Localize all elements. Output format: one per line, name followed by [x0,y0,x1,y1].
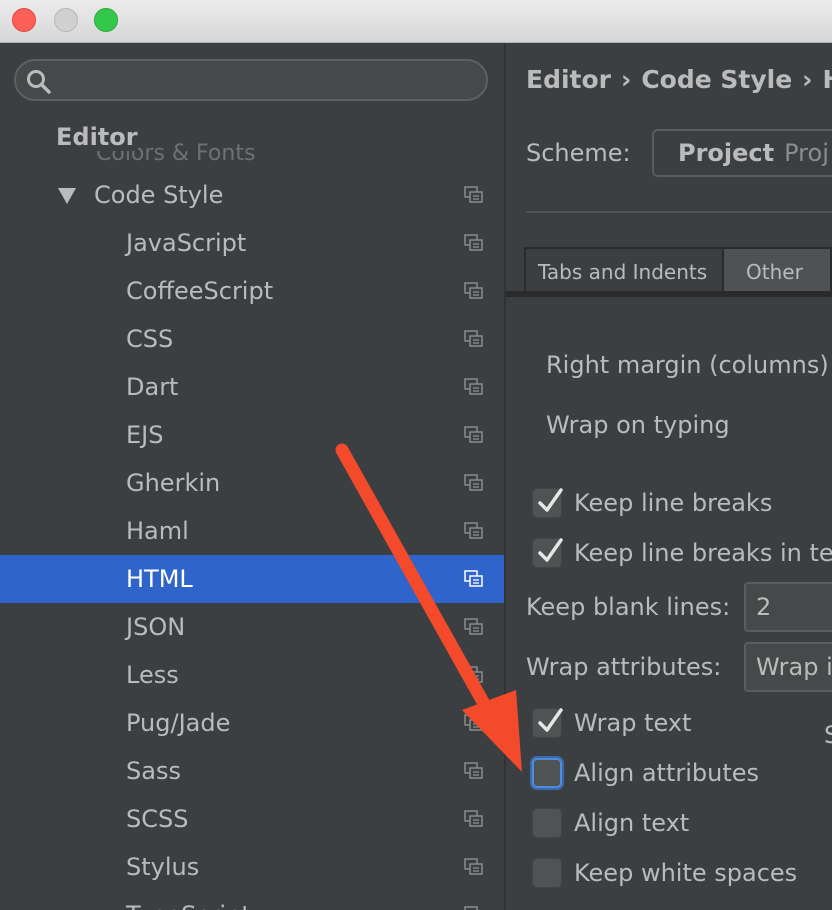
minimize-window-button[interactable] [54,8,78,32]
wrap-on-typing-label: Wrap on typing [546,411,730,439]
wrap-attributes-select[interactable]: Wrap i [744,642,832,692]
tree-item-label: CSS [126,325,174,353]
copy-scheme-icon [464,906,484,910]
checkbox-box[interactable] [532,538,563,568]
tree-item-typescript[interactable]: TypeScript [0,891,504,910]
settings-sidebar: Colors & Fonts Editor Code Style JavaScri… [0,43,504,910]
search-icon [27,70,51,94]
tree-item-label: Haml [126,517,189,545]
separator [526,211,832,213]
copy-scheme-icon [464,570,484,588]
tree-item-label: Gherkin [126,469,221,497]
tree-item-label: SCSS [126,805,189,833]
tree-item-javascript[interactable]: JavaScript [0,219,504,267]
tree-item-label: HTML [126,565,193,593]
tree-item-label: Code Style [94,181,224,209]
title-bar [0,0,832,43]
checkmark-icon [538,488,563,512]
tree-item-label: Dart [126,373,179,401]
expand-triangle-icon[interactable] [58,188,76,204]
tree-item-label: Less [126,661,179,689]
checkmark-icon [538,708,563,732]
tree-item-label: CoffeeScript [126,277,274,305]
tree-item-label: EJS [126,421,164,449]
copy-scheme-icon [464,762,484,780]
checkmark-icon [538,538,563,562]
checkbox-box[interactable] [532,488,563,518]
scheme-value: Project [678,139,775,167]
tree-item-sass[interactable]: Sass [0,747,504,795]
tree-item-pug-jade[interactable]: Pug/Jade [0,699,504,747]
zoom-window-button[interactable] [94,8,118,32]
tree-item-ejs[interactable]: EJS [0,411,504,459]
breadcrumb: Editor › Code Style › H [526,65,832,94]
checkbox-label: Align text [574,809,690,837]
keep-blank-lines-input[interactable]: 2 [744,582,832,632]
tab-bar-underline [506,291,832,297]
checkbox-box[interactable] [532,858,562,888]
breadcrumb-separator: › [802,65,813,94]
right-margin-label: Right margin (columns) [546,351,829,379]
scheme-type: Proj [784,139,829,167]
tree-item-css[interactable]: CSS [0,315,504,363]
copy-scheme-icon [464,714,484,732]
copy-scheme-icon [464,858,484,876]
checkbox-label: Wrap text [574,709,692,737]
tree-item-label: JSON [126,613,186,641]
copy-scheme-icon [464,666,484,684]
tree-item-gherkin[interactable]: Gherkin [0,459,504,507]
tree-item-label: Sass [126,757,181,785]
tab-other[interactable]: Other [722,247,832,293]
tree-item-json[interactable]: JSON [0,603,504,651]
tree-section-heading: Editor [56,123,138,151]
tab-tabs-and-indents[interactable]: Tabs and Indents [524,247,724,293]
copy-scheme-icon [464,330,484,348]
copy-scheme-icon [464,234,484,252]
tree-item-scss[interactable]: SCSS [0,795,504,843]
checkbox-label: Keep line breaks [574,489,773,517]
scheme-select[interactable]: Project Proj [652,129,832,177]
copy-scheme-icon [464,618,484,636]
checkbox-box[interactable] [532,808,562,838]
checkbox-box[interactable] [532,758,562,788]
close-window-button[interactable] [12,8,36,32]
wrap-attributes-label: Wrap attributes: [526,653,722,681]
copy-scheme-icon [464,186,484,204]
settings-content: Editor›Code Style›H Scheme: ProjectProj … [506,43,832,910]
breadcrumb-item: Code Style [641,65,793,94]
tree-item-dart[interactable]: Dart [0,363,504,411]
tree-item-label: JavaScript [126,229,247,257]
tree-item-stylus[interactable]: Stylus [0,843,504,891]
checkbox-label: Align attributes [574,759,760,787]
keep-blank-lines-label: Keep blank lines: [526,593,731,621]
tree-item-label: Stylus [126,853,200,881]
breadcrumb-separator: › [621,65,632,94]
copy-scheme-icon [464,282,484,300]
truncated-label: S [824,721,832,749]
tree-item-label: Pug/Jade [126,709,231,737]
checkbox-label: Keep white spaces [574,859,798,887]
copy-scheme-icon [464,378,484,396]
scheme-label: Scheme: [526,139,631,167]
tree-item-less[interactable]: Less [0,651,504,699]
checkbox-label: Keep line breaks in te [574,539,832,567]
search-input[interactable] [14,59,488,101]
copy-scheme-icon [464,522,484,540]
copy-scheme-icon [464,810,484,828]
copy-scheme-icon [464,426,484,444]
tree-item-code-style[interactable]: Code Style [0,171,504,219]
copy-scheme-icon [464,474,484,492]
tree-item-haml[interactable]: Haml [0,507,504,555]
tree-item-coffeescript[interactable]: CoffeeScript [0,267,504,315]
checkbox-box[interactable] [532,708,563,738]
breadcrumb-item: Editor [526,65,611,94]
breadcrumb-item: H [822,65,832,94]
tree-item-html[interactable]: HTML [0,555,504,603]
tree-item-label: TypeScript [126,891,251,910]
